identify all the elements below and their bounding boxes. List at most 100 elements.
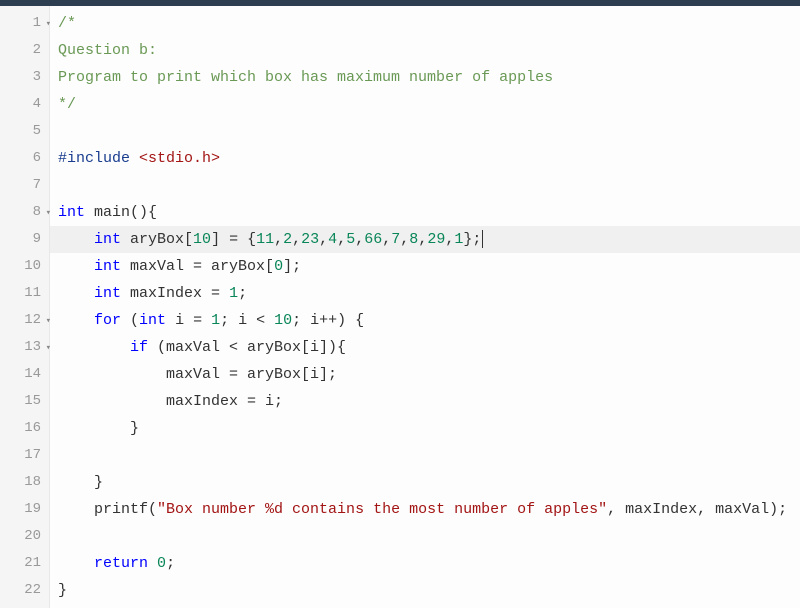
code-token: maxVal = aryBox[ — [121, 258, 274, 275]
code-line[interactable]: int main(){ — [58, 199, 800, 226]
line-number: 9 — [0, 226, 49, 253]
code-area[interactable]: /* Question b: Program to print which box … — [50, 6, 800, 608]
code-token: ; i < — [220, 312, 274, 329]
code-token: aryBox[ — [121, 231, 193, 248]
code-line[interactable]: } — [58, 469, 800, 496]
code-line[interactable]: #include <stdio.h> — [58, 145, 800, 172]
line-number: 10 — [0, 253, 49, 280]
code-token: "Box number %d contains the most number … — [157, 501, 607, 518]
line-number: 17 — [0, 442, 49, 469]
code-editor: 12345678910111213141516171819202122 /*Qu… — [0, 6, 800, 608]
code-line[interactable]: int aryBox[10] = {11,2,23,4,5,66,7,8,29,… — [50, 226, 800, 253]
code-line[interactable] — [58, 442, 800, 469]
code-token: , — [337, 231, 346, 248]
code-line[interactable] — [58, 523, 800, 550]
code-token: main — [94, 204, 130, 221]
code-token: ] = { — [211, 231, 256, 248]
line-number: 1 — [0, 10, 49, 37]
code-token: 0 — [274, 258, 283, 275]
code-line[interactable] — [58, 172, 800, 199]
code-token: */ — [58, 96, 76, 113]
code-token: 23 — [301, 231, 319, 248]
code-line[interactable]: maxIndex = i; — [58, 388, 800, 415]
line-number: 4 — [0, 91, 49, 118]
code-token: Program to print which box has maximum n… — [58, 69, 553, 86]
line-number: 2 — [0, 37, 49, 64]
code-token — [58, 285, 94, 302]
code-token: , — [274, 231, 283, 248]
code-token: } — [58, 582, 67, 599]
code-token: ]; — [283, 258, 301, 275]
code-token — [58, 339, 130, 356]
line-number-gutter: 12345678910111213141516171819202122 — [0, 6, 50, 608]
code-token: ; — [166, 555, 175, 572]
code-line[interactable]: return 0; — [58, 550, 800, 577]
code-line[interactable]: } — [58, 415, 800, 442]
code-line[interactable]: /* — [58, 10, 800, 37]
code-line[interactable]: Question b: — [58, 37, 800, 64]
line-number: 11 — [0, 280, 49, 307]
code-token — [85, 204, 94, 221]
line-number: 8 — [0, 199, 49, 226]
code-line[interactable]: printf("Box number %d contains the most … — [58, 496, 800, 523]
code-line[interactable]: for (int i = 1; i < 10; i++) { — [58, 307, 800, 334]
code-token: (maxVal < aryBox[i]){ — [148, 339, 346, 356]
code-token: 29 — [427, 231, 445, 248]
line-number: 20 — [0, 523, 49, 550]
line-number: 16 — [0, 415, 49, 442]
code-token: maxIndex = — [121, 285, 229, 302]
line-number: 5 — [0, 118, 49, 145]
line-number: 3 — [0, 64, 49, 91]
code-token: int — [94, 285, 121, 302]
code-token: int — [94, 258, 121, 275]
code-token: , — [292, 231, 301, 248]
code-token: <stdio.h> — [139, 150, 220, 167]
code-line[interactable]: int maxIndex = 1; — [58, 280, 800, 307]
code-token: 11 — [256, 231, 274, 248]
code-token: , — [400, 231, 409, 248]
code-token: , — [355, 231, 364, 248]
code-token: int — [94, 231, 121, 248]
code-token: for — [94, 312, 121, 329]
code-token: , — [445, 231, 454, 248]
code-line[interactable]: if (maxVal < aryBox[i]){ — [58, 334, 800, 361]
line-number: 19 — [0, 496, 49, 523]
code-token: }; — [463, 231, 481, 248]
code-token: int — [58, 204, 85, 221]
code-token: 5 — [346, 231, 355, 248]
code-token: , — [382, 231, 391, 248]
code-token: Question b: — [58, 42, 157, 59]
code-line[interactable]: */ — [58, 91, 800, 118]
code-line[interactable] — [58, 118, 800, 145]
code-line[interactable]: int maxVal = aryBox[0]; — [58, 253, 800, 280]
code-token: , maxIndex, maxVal); — [607, 501, 787, 518]
code-line[interactable]: Program to print which box has maximum n… — [58, 64, 800, 91]
code-token: , — [418, 231, 427, 248]
code-token: ; i++) { — [292, 312, 364, 329]
code-token: maxIndex = i; — [58, 393, 283, 410]
line-number: 18 — [0, 469, 49, 496]
code-token: ; — [238, 285, 247, 302]
code-token: 4 — [328, 231, 337, 248]
code-token: return — [94, 555, 148, 572]
code-token: maxVal = aryBox[i]; — [58, 366, 337, 383]
code-token — [58, 555, 94, 572]
code-line[interactable]: } — [58, 577, 800, 604]
code-token: 1 — [229, 285, 238, 302]
line-number: 21 — [0, 550, 49, 577]
code-token: 2 — [283, 231, 292, 248]
line-number: 15 — [0, 388, 49, 415]
code-token — [148, 555, 157, 572]
code-token: int — [139, 312, 166, 329]
line-number: 13 — [0, 334, 49, 361]
code-token: ( — [121, 312, 139, 329]
code-token: #include — [58, 150, 139, 167]
code-token: printf( — [58, 501, 157, 518]
code-line[interactable]: maxVal = aryBox[i]; — [58, 361, 800, 388]
code-token: 10 — [193, 231, 211, 248]
code-token: i = — [166, 312, 211, 329]
line-number: 14 — [0, 361, 49, 388]
code-token: } — [58, 474, 103, 491]
code-token: 0 — [157, 555, 166, 572]
code-token: 8 — [409, 231, 418, 248]
